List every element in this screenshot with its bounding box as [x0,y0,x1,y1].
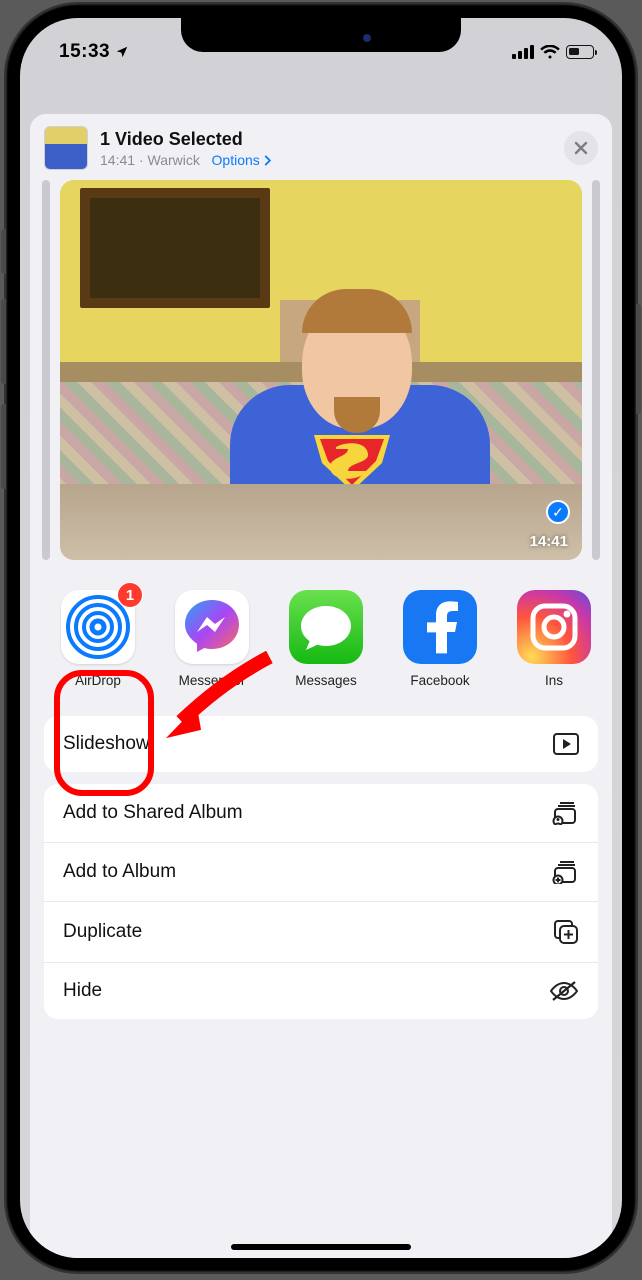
screen: 15:33 1 Video Selected 14:41 · Warwick O… [20,18,622,1258]
duplicate-action[interactable]: Duplicate [44,901,598,962]
messenger-app[interactable]: Messenger [170,590,254,688]
video-preview[interactable]: ✓ 14:41 [60,180,582,560]
selection-thumbnail[interactable] [44,126,88,170]
video-duration: 14:41 [530,533,568,550]
app-label: Messages [295,673,357,688]
facebook-icon [403,590,477,664]
action-group-2: Add to Shared Album Add to Album Duplica… [44,784,598,1019]
time-label: 15:33 [59,41,110,63]
selected-check-icon: ✓ [546,500,570,524]
action-label: Duplicate [63,921,142,943]
close-icon [574,141,588,155]
share-app-row[interactable]: 1 AirDrop Messenger Messages [30,560,612,702]
slideshow-action[interactable]: Slideshow [44,716,598,772]
selection-title: 1 Video Selected [100,129,552,150]
cellular-signal-icon [512,45,534,59]
play-box-icon [553,733,579,755]
album-add-icon [551,860,579,884]
app-label: AirDrop [75,673,121,688]
app-label: Facebook [410,673,469,688]
battery-icon [566,45,594,59]
app-label: Ins [545,673,563,688]
shared-album-icon [551,801,579,825]
share-sheet: 1 Video Selected 14:41 · Warwick Options [30,114,612,1258]
messenger-icon [175,590,249,664]
chevron-right-icon [264,155,272,166]
instagram-app[interactable]: Ins [512,590,596,688]
action-label: Hide [63,980,102,1002]
instagram-icon [517,590,591,664]
action-group-1: Slideshow [44,716,598,772]
duplicate-icon [553,919,579,945]
eye-slash-icon [549,980,579,1002]
share-sheet-header: 1 Video Selected 14:41 · Warwick Options [30,114,612,180]
airdrop-icon: 1 [61,590,135,664]
airdrop-app[interactable]: 1 AirDrop [56,590,140,688]
airdrop-badge: 1 [117,582,143,608]
close-button[interactable] [564,131,598,165]
add-to-shared-album-action[interactable]: Add to Shared Album [44,784,598,842]
facebook-app[interactable]: Facebook [398,590,482,688]
action-label: Add to Album [63,861,176,883]
notch [181,18,461,52]
messages-icon [289,590,363,664]
action-label: Slideshow [63,733,150,755]
messages-app[interactable]: Messages [284,590,368,688]
hide-action[interactable]: Hide [44,962,598,1019]
home-indicator[interactable] [231,1244,411,1250]
app-label: Messenger [179,673,246,688]
options-link[interactable]: Options [212,152,272,168]
action-label: Add to Shared Album [63,802,243,824]
location-arrow-icon [115,45,129,59]
add-to-album-action[interactable]: Add to Album [44,842,598,901]
wifi-icon [540,45,560,59]
status-time: 15:33 [59,41,129,63]
preview-carousel[interactable]: ✓ 14:41 [30,180,612,560]
device-frame: 15:33 1 Video Selected 14:41 · Warwick O… [6,4,636,1272]
selection-subtitle: 14:41 · Warwick Options [100,152,552,168]
